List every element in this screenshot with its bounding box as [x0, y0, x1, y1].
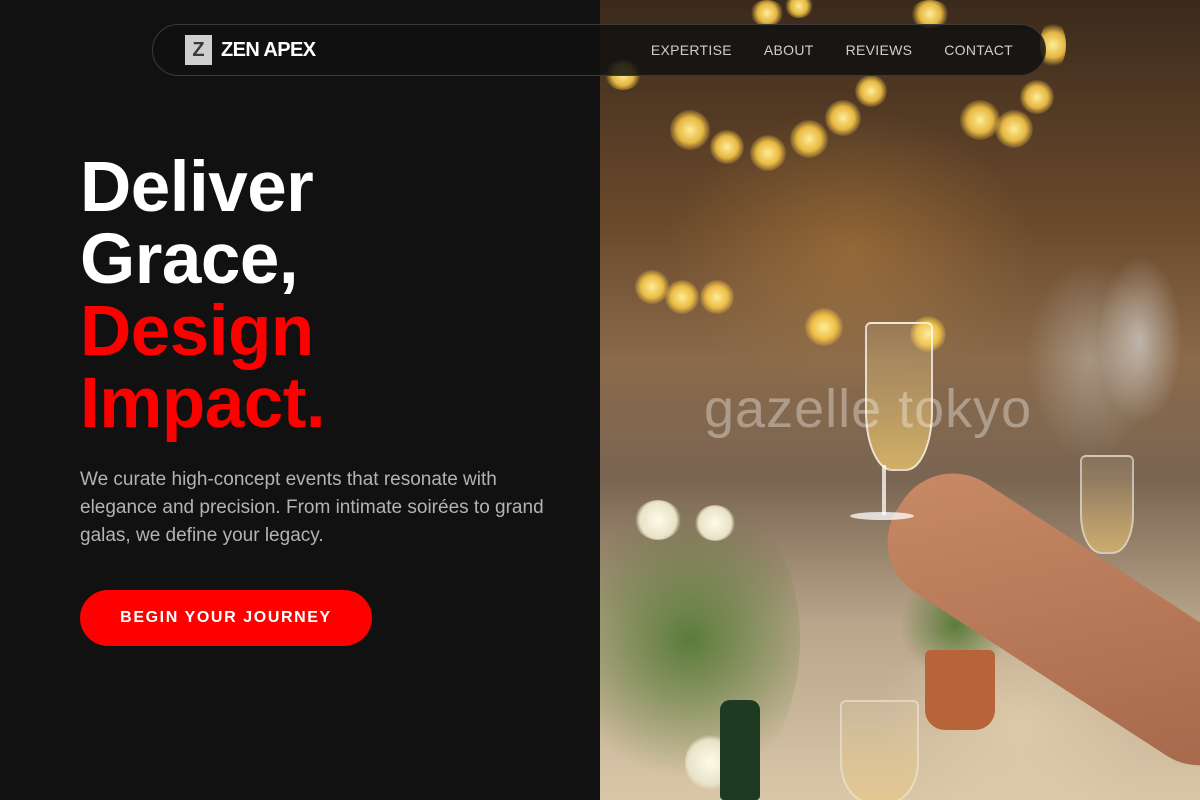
light-bokeh [790, 120, 828, 158]
light-bokeh [855, 75, 887, 107]
brand-logo[interactable]: Z ZEN APEX [185, 35, 316, 65]
light-bokeh [995, 110, 1033, 148]
light-bokeh [825, 100, 861, 136]
headline-line: Grace, [80, 220, 299, 299]
light-bokeh [805, 308, 843, 346]
light-bokeh [785, 0, 813, 18]
headline-line: Deliver [80, 148, 314, 227]
headline-accent-line: Design [80, 292, 314, 371]
light-bokeh [700, 280, 734, 314]
water-glass [840, 700, 919, 800]
light-bokeh [1020, 80, 1054, 114]
logo-mark-icon: Z [185, 35, 212, 65]
headline-accent-line: Impact. [80, 364, 326, 443]
begin-journey-button[interactable]: BEGIN YOUR JOURNEY [80, 590, 372, 646]
wine-bottle [720, 700, 760, 800]
hero-description: We curate high-concept events that reson… [80, 469, 544, 546]
hero-photo: gazelle tokyo [600, 0, 1200, 800]
nav-link-about[interactable]: ABOUT [764, 42, 814, 58]
light-bokeh [750, 0, 784, 26]
hero-left-panel: Deliver Grace, Design Impact. We curate … [0, 0, 600, 800]
nav-link-reviews[interactable]: REVIEWS [846, 42, 913, 58]
light-bokeh [635, 270, 669, 304]
nav-links: EXPERTISE ABOUT REVIEWS CONTACT [651, 42, 1013, 58]
light-bokeh [750, 135, 786, 171]
light-bokeh [670, 110, 710, 150]
light-bokeh [960, 100, 1000, 140]
champagne-glass [1080, 455, 1134, 554]
nav-link-contact[interactable]: CONTACT [944, 42, 1013, 58]
glass-stem [882, 465, 886, 515]
glass-base [850, 512, 914, 520]
flower [635, 500, 681, 540]
image-watermark: gazelle tokyo [704, 379, 1033, 439]
nav-link-expertise[interactable]: EXPERTISE [651, 42, 732, 58]
light-bokeh [665, 280, 699, 314]
plant-pot [925, 650, 995, 730]
top-navbar: Z ZEN APEX EXPERTISE ABOUT REVIEWS CONTA… [152, 24, 1046, 76]
brand-name: ZEN APEX [221, 38, 316, 61]
flower [695, 505, 735, 541]
hero-headline: Deliver Grace, Design Impact. [80, 148, 326, 443]
light-bokeh [710, 130, 744, 164]
